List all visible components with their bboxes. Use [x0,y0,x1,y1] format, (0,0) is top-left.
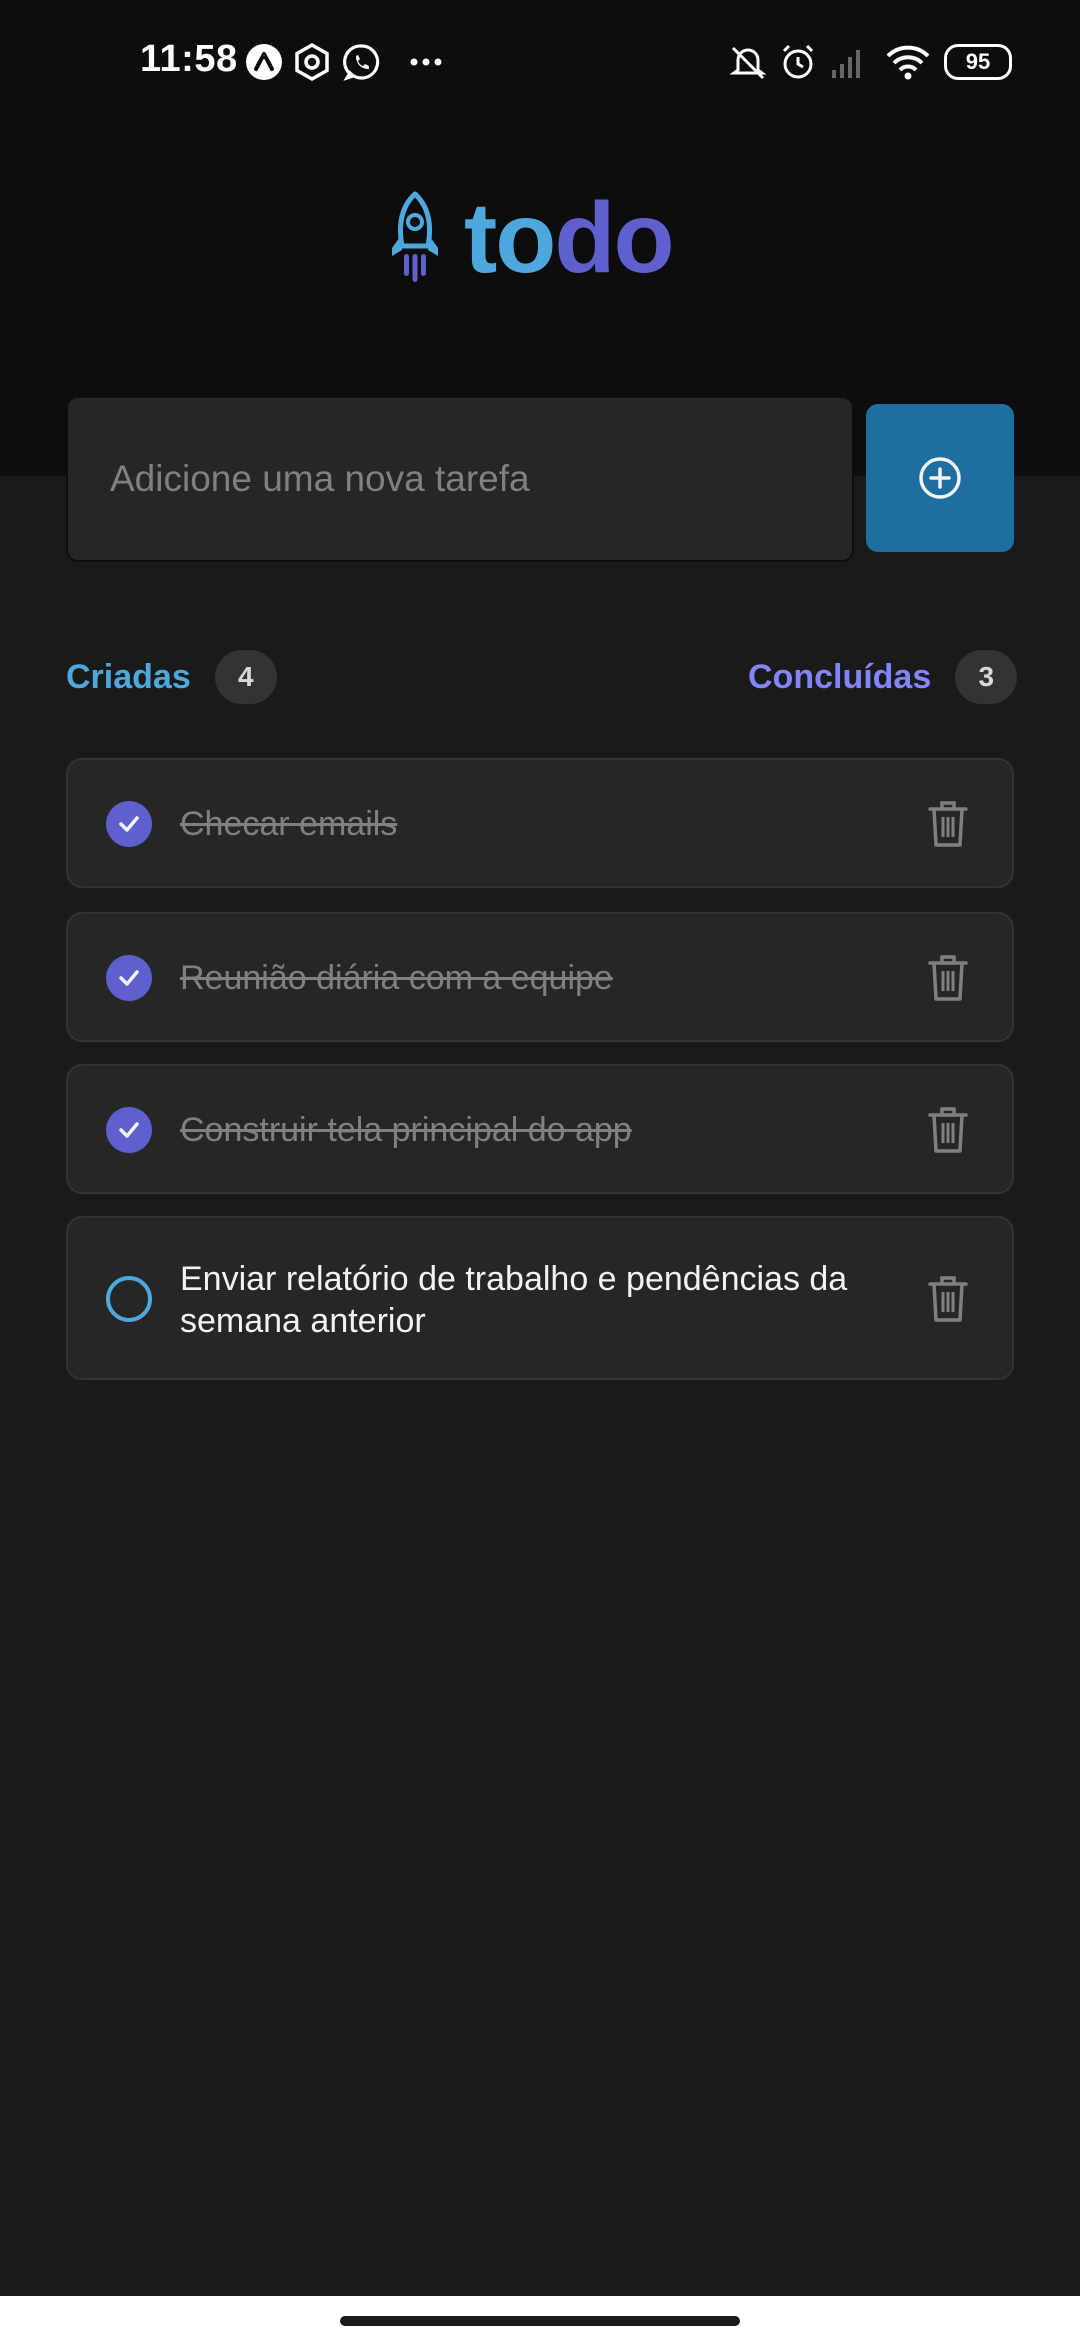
done-counter: Concluídas 3 [748,648,1018,706]
task-text: Enviar relatório de trabalho e pendência… [180,1260,848,1340]
task-checkbox-checked[interactable] [106,801,152,847]
wifi-icon [884,42,932,82]
trash-icon[interactable] [926,1274,970,1324]
hexagon-settings-icon [292,42,332,82]
task-item: Reunião diária com a equipe [66,912,1014,1042]
alarm-icon [778,42,818,82]
app-screen: 11:58 95 todo Adicione uma nova tarefa C… [0,0,1080,2340]
checkmark-icon [119,816,139,832]
autonomous-a-icon [244,42,284,82]
logo-text: todo [464,188,675,288]
task-text: Checar emails [180,805,398,843]
muted-bell-icon [728,42,768,82]
more-dots-icon [406,42,446,82]
done-label: Concluídas [748,657,932,696]
task-text: Construir tela principal do app [180,1111,632,1149]
rocket-icon [392,191,438,282]
whatsapp-icon [342,42,382,82]
signal-icon [828,42,868,82]
status-time: 11:58 [140,38,238,80]
task-item: Construir tela principal do app [66,1064,1014,1194]
task-text: Reunião diária com a equipe [180,959,613,997]
done-count-badge: 3 [955,650,1018,704]
task-checkbox-checked[interactable] [106,955,152,1001]
trash-icon[interactable] [926,1105,970,1155]
battery-level: 95 [965,49,991,74]
checkmark-icon [119,970,139,986]
checkmark-icon [119,1122,139,1138]
task-checkbox-unchecked[interactable] [106,1276,152,1322]
task-item: Checar emails [66,758,1014,888]
status-bar: 11:58 95 [0,0,1080,124]
new-task-input[interactable] [66,396,854,562]
logo-text-do: do [554,182,674,294]
created-counter: Criadas 4 [66,648,277,706]
logo-text-to: to [464,182,556,294]
task-checkbox-checked[interactable] [106,1107,152,1153]
created-count-badge: 4 [214,650,277,704]
plus-circle-icon [919,457,961,499]
add-task-button[interactable] [866,404,1014,552]
trash-icon[interactable] [926,953,970,1003]
created-label: Criadas [66,657,191,696]
battery-icon: 95 [944,44,1012,80]
trash-icon[interactable] [926,799,970,849]
home-indicator[interactable] [340,2316,740,2326]
app-logo: todo [384,188,675,288]
task-item: Enviar relatório de trabalho e pendência… [66,1216,1014,1380]
